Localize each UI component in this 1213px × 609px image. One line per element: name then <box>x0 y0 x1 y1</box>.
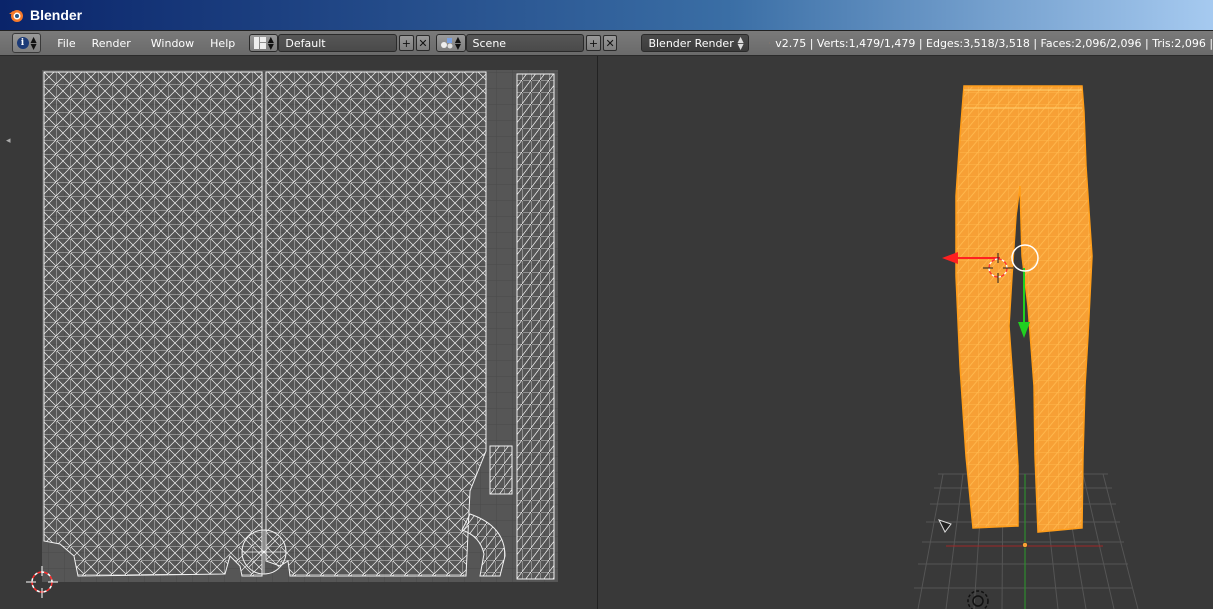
viewport-canvas[interactable] <box>598 56 1213 609</box>
blender-logo-icon <box>9 10 23 22</box>
scene-icon <box>440 38 453 49</box>
screen-layout-dropdown[interactable]: ▲ ▼ <box>249 34 279 52</box>
add-layout-button[interactable]: + <box>399 35 414 51</box>
menu-window[interactable]: Window <box>151 37 194 50</box>
uv-island-right-panel <box>265 71 487 577</box>
menu-file[interactable]: File <box>57 37 75 50</box>
info-header: i ▲ ▼ File Render Window Help ▲ ▼ Default … <box>0 31 1213 56</box>
screen-layout-icon <box>253 37 266 49</box>
uv-canvas[interactable] <box>0 56 597 609</box>
scene-stats: v2.75 | Verts:1,479/1,479 | Edges:3,518/… <box>768 36 1213 50</box>
editor-type-button[interactable]: i ▲ ▼ <box>12 33 42 53</box>
render-engine-label: Blender Render <box>648 36 734 50</box>
remove-scene-button[interactable]: ✕ <box>602 35 618 51</box>
uv-island-left-panel <box>43 71 263 577</box>
menu-render[interactable]: Render <box>92 37 131 50</box>
uv-island-waistband <box>516 73 555 580</box>
uv-island-belt-loop <box>489 445 513 495</box>
render-engine-dropdown[interactable]: Blender Render ▲ ▼ <box>641 34 749 52</box>
add-scene-button[interactable]: + <box>586 35 601 51</box>
window-titlebar: Blender <box>0 0 1213 31</box>
window-title: Blender <box>30 7 83 23</box>
stats-text: v2.75 | Verts:1,479/1,479 | Edges:3,518/… <box>775 36 1213 50</box>
blender-logo-icon <box>768 42 770 44</box>
camera-object <box>967 590 989 609</box>
object-origin <box>1022 542 1028 548</box>
info-icon: i <box>16 37 29 49</box>
screen-layout-name-field[interactable]: Default <box>278 34 398 52</box>
floor-grid <box>914 473 1139 609</box>
remove-layout-button[interactable]: ✕ <box>415 35 431 51</box>
scene-name-field[interactable]: Scene <box>465 34 585 52</box>
3d-viewport[interactable] <box>598 56 1213 609</box>
uv-image-editor[interactable]: ◂ <box>0 56 598 609</box>
scene-dropdown[interactable]: ▲ ▼ <box>436 34 466 52</box>
menu-help[interactable]: Help <box>210 37 235 50</box>
